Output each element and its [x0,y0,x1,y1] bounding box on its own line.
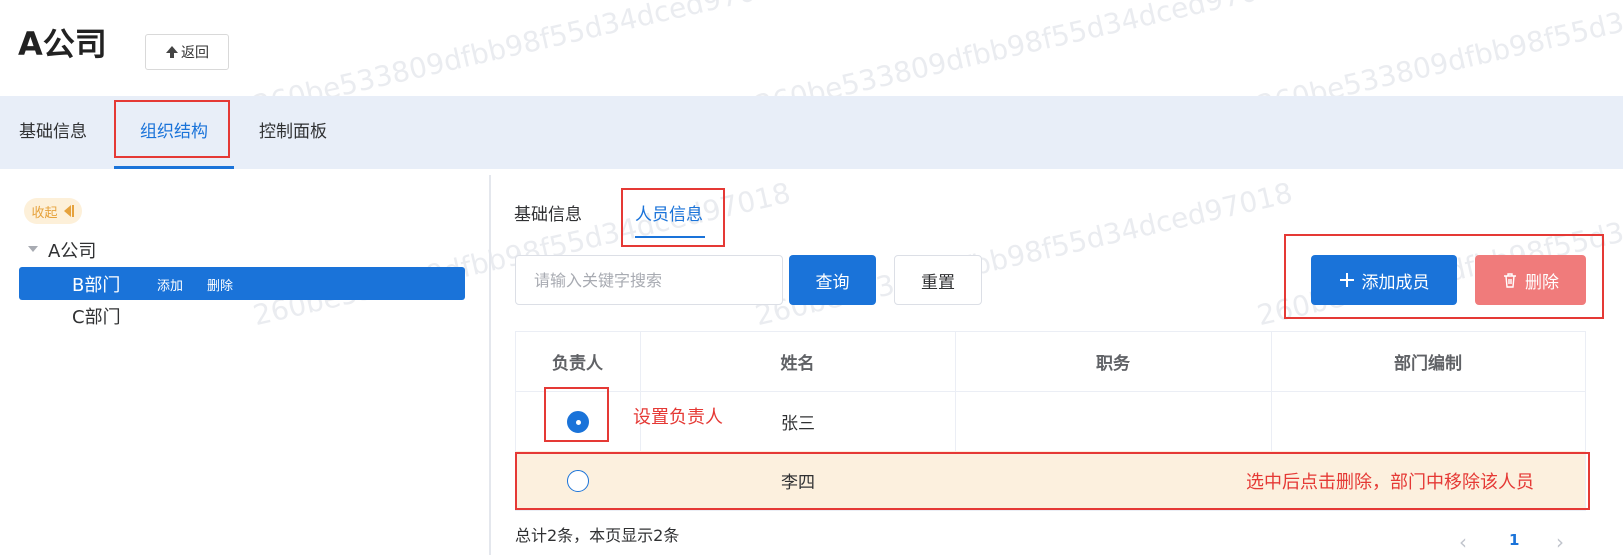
table-row-divider [515,510,1586,511]
query-button[interactable]: 查询 [789,255,876,305]
collapse-label: 收起 [31,205,58,221]
active-tab-indicator [114,166,234,169]
panel-divider [489,175,491,555]
search-input[interactable] [515,255,783,305]
annotation-box-actions [1284,234,1604,319]
annotation-remove-hint: 选中后点击删除，部门中移除该人员 [1246,472,1534,493]
arrow-up-icon [166,46,178,58]
annotation-box-radio [544,387,609,442]
subtab-basic-info[interactable]: 基础信息 [514,200,582,225]
top-tabs-bar: 基础信息 组织结构 控制面板 [0,96,1623,169]
pagination-summary: 总计2条，本页显示2条 [515,526,680,545]
tree-node-delete-button[interactable]: 删除 [207,275,233,294]
pagination-page[interactable]: 1 [1509,531,1519,549]
th-leader: 负责人 [552,353,603,374]
th-quota: 部门编制 [1394,353,1462,374]
back-button[interactable]: 返回 [145,34,229,70]
reset-button[interactable]: 重置 [894,255,982,305]
page-title: A公司 [18,25,107,63]
tree-caret-down-icon[interactable] [28,246,38,252]
tree-node-b[interactable]: B部门 添加 删除 [19,267,465,300]
tab-basic-info[interactable]: 基础信息 [19,96,87,169]
annotation-set-leader: 设置负责人 [633,407,723,428]
chevron-right-icon[interactable]: › [1556,530,1564,554]
collapse-button[interactable]: 收起 [24,198,82,224]
chevron-left-icon[interactable]: ‹ [1459,530,1467,554]
tab-control-panel[interactable]: 控制面板 [259,96,327,169]
back-button-label: 返回 [181,45,209,61]
annotation-box-member-tab [621,188,725,247]
th-name: 姓名 [780,353,815,374]
tree-node-c[interactable]: C部门 [72,303,121,329]
th-title: 职务 [1096,353,1130,374]
tree-root-node[interactable]: A公司 [48,237,96,263]
tree-node-add-button[interactable]: 添加 [157,275,183,294]
annotation-box-org-tab [114,100,230,158]
tree-node-label: B部门 [72,275,121,296]
collapse-left-icon [63,205,74,217]
